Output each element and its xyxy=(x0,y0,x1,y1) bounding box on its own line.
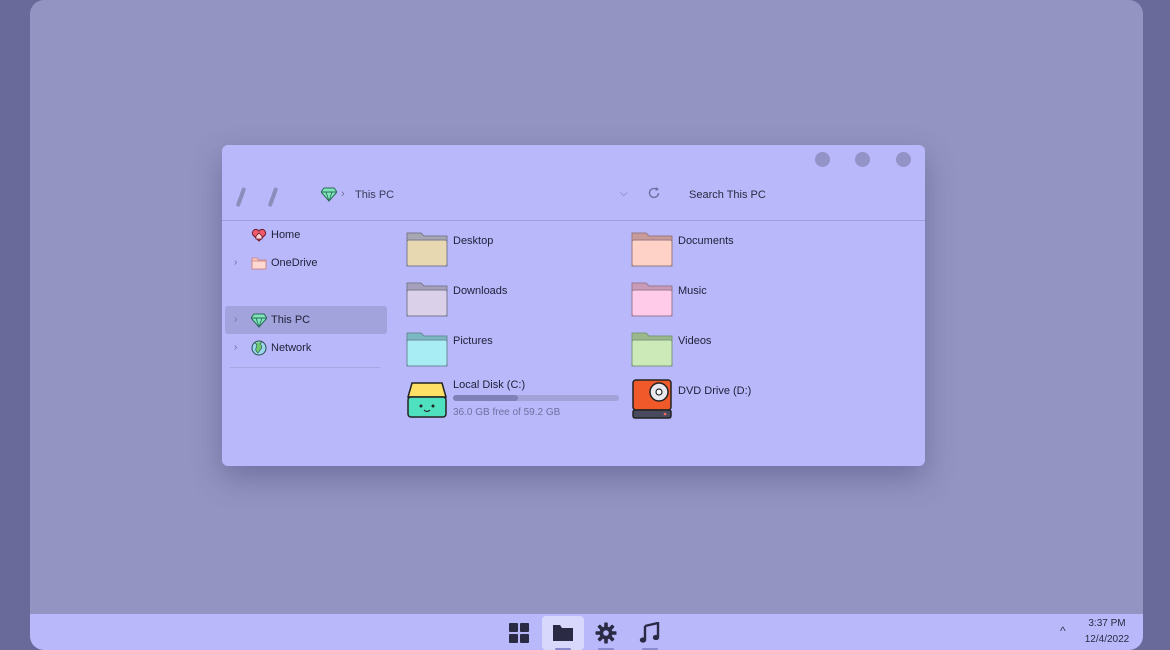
folder-tile-videos[interactable]: Videos xyxy=(627,321,837,367)
chevron-down-icon[interactable]: ⌵ xyxy=(620,188,628,199)
folder-icon xyxy=(631,332,673,367)
drive-tile-dvd[interactable]: DVD Drive (D:) xyxy=(627,371,837,419)
drive-free-space: 36.0 GB free of 59.2 GB xyxy=(453,407,561,418)
music-taskbar-button[interactable] xyxy=(629,616,671,650)
folder-icon xyxy=(631,232,673,267)
sidebar-item-this-pc[interactable]: › This PC xyxy=(225,306,387,334)
folder-icon xyxy=(406,232,448,267)
sidebar-item-home[interactable]: Home xyxy=(225,221,387,249)
diamond-icon xyxy=(321,187,337,202)
folder-icon xyxy=(631,282,673,317)
forward-button[interactable] xyxy=(267,186,279,208)
address-bar: › This PC ⌵ Search This PC xyxy=(222,175,925,219)
sidebar-item-label: This PC xyxy=(271,314,311,326)
folder-tile-documents[interactable]: Documents xyxy=(627,221,837,267)
folder-label: Videos xyxy=(678,335,712,347)
folder-label: Desktop xyxy=(453,235,494,247)
breadcrumb-this-pc[interactable]: This PC xyxy=(355,189,394,201)
settings-taskbar-button[interactable] xyxy=(585,616,627,650)
folder-label: Documents xyxy=(678,235,734,247)
hard-disk-icon xyxy=(407,382,447,418)
back-button[interactable] xyxy=(235,186,247,208)
drive-tile-local-disk[interactable]: Local Disk (C:) 36.0 GB free of 59.2 GB xyxy=(402,371,627,418)
sidebar-item-label: Network xyxy=(271,342,312,354)
folder-label: Downloads xyxy=(453,285,508,297)
desktop: › This PC ⌵ Search This PC Home › OneDri… xyxy=(30,0,1143,650)
search-input[interactable]: Search This PC xyxy=(689,189,766,201)
sidebar-divider xyxy=(230,367,380,368)
disk-usage-fill xyxy=(453,395,518,401)
sidebar-item-network[interactable]: › Network xyxy=(225,334,387,362)
drive-label: Local Disk (C:) xyxy=(453,379,526,391)
start-button[interactable] xyxy=(498,616,540,650)
minimize-button[interactable] xyxy=(815,152,830,167)
folder-icon xyxy=(251,257,267,270)
clock-date[interactable]: 12/4/2022 xyxy=(1082,634,1132,645)
sidebar-item-label: Home xyxy=(271,229,301,241)
refresh-icon[interactable] xyxy=(647,186,661,200)
clock-time[interactable]: 3:37 PM xyxy=(1082,618,1132,629)
close-button[interactable] xyxy=(896,152,911,167)
folder-tile-downloads[interactable]: Downloads xyxy=(402,271,612,317)
file-explorer-window: › This PC ⌵ Search This PC Home › OneDri… xyxy=(222,145,925,466)
folder-label: Music xyxy=(678,285,707,297)
chevron-right-icon[interactable]: › xyxy=(234,342,237,353)
gear-icon xyxy=(595,622,617,644)
windows-icon xyxy=(509,623,529,643)
file-explorer-taskbar-button[interactable] xyxy=(542,616,584,650)
folder-icon xyxy=(406,282,448,317)
dvd-drive-icon xyxy=(632,379,672,419)
folder-tile-desktop[interactable]: Desktop xyxy=(402,221,612,267)
home-heart-icon xyxy=(251,228,267,242)
sidebar-item-label: OneDrive xyxy=(271,257,318,269)
folder-tile-music[interactable]: Music xyxy=(627,271,837,317)
drive-label: DVD Drive (D:) xyxy=(678,385,752,397)
folder-icon xyxy=(553,625,573,641)
chevron-right-icon[interactable]: › xyxy=(234,314,237,325)
breadcrumb-separator: › xyxy=(341,188,345,200)
taskbar: ^ 3:37 PM 12/4/2022 xyxy=(30,614,1143,650)
maximize-button[interactable] xyxy=(855,152,870,167)
content-pane: Desktop Documents Downloads Music Pictur… xyxy=(402,221,922,466)
globe-icon xyxy=(251,340,267,356)
disk-usage-bar xyxy=(453,395,619,401)
folder-icon xyxy=(406,332,448,367)
show-hidden-icons-button[interactable]: ^ xyxy=(1060,624,1066,638)
navigation-pane: Home › OneDrive › This PC › Network xyxy=(222,221,387,466)
music-note-icon xyxy=(639,622,660,643)
chevron-right-icon[interactable]: › xyxy=(234,257,237,268)
folder-label: Pictures xyxy=(453,335,493,347)
sidebar-item-onedrive[interactable]: › OneDrive xyxy=(225,249,387,277)
diamond-icon xyxy=(251,313,267,328)
folder-tile-pictures[interactable]: Pictures xyxy=(402,321,612,367)
